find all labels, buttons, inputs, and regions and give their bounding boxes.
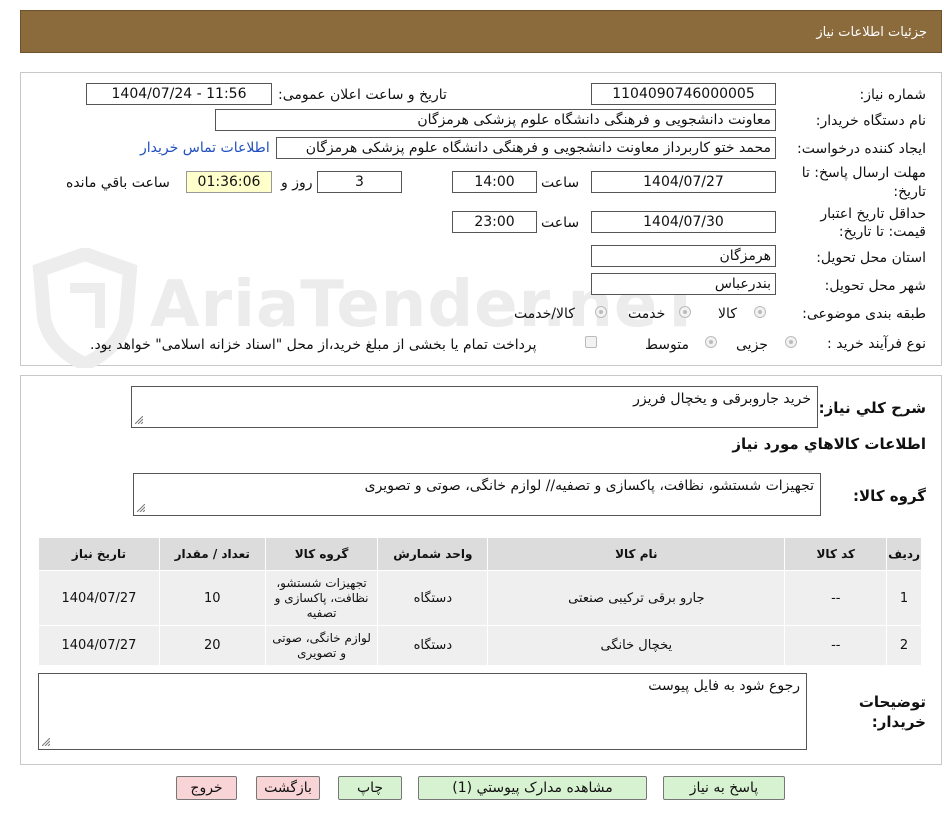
validity-time-field: 23:00 [452, 211, 537, 233]
buyer-notes-textarea[interactable]: رجوع شود به فایل پیوست [38, 673, 807, 750]
table-row: 2 -- یخچال خانگی دستگاه لوازم خانگی، صوت… [38, 625, 922, 666]
print-button[interactable]: چاپ [338, 776, 402, 800]
summary-textarea[interactable]: خرید جاروبرقی و یخچال فریزر [131, 386, 818, 428]
column-header: ردیف [886, 537, 922, 571]
item-group: تجهیزات شستشو، نظافت، پاکسازی و تصفیه [264, 570, 379, 626]
column-header: نام کالا [487, 537, 786, 571]
page-header: جزئیات اطلاعات نیاز [20, 10, 942, 53]
goods-info-title: اطلاعات کالاهاي مورد نیاز [732, 435, 926, 453]
page-title: جزئیات اطلاعات نیاز [816, 25, 927, 40]
category-option-service: خدمت [628, 306, 666, 322]
days-field: 3 [317, 171, 402, 193]
creator-label: ایجاد کننده درخواست: [797, 141, 926, 157]
column-header: تعداد / مقدار [158, 537, 266, 571]
category-label: طبقه بندی موضوعی: [802, 306, 926, 322]
row-number: 1 [886, 570, 922, 626]
reply-button[interactable]: پاسخ به نیاز [663, 776, 785, 800]
need-number-field: 1104090746000005 [591, 83, 776, 105]
column-header: کد کالا [784, 537, 888, 571]
buyer-notes-text: رجوع شود به فایل پیوست [648, 678, 800, 694]
item-name: جارو برقی ترکیبی صنعتی [487, 570, 786, 626]
process-option-minor: جزیی [736, 337, 768, 353]
process-radio-minor[interactable] [785, 336, 797, 348]
validity-time-label: ساعت [541, 215, 580, 231]
category-option-goods: کالا [718, 306, 737, 322]
table-header-row: ردیف کد کالا نام کالا واحد شمارش گروه کا… [38, 537, 922, 571]
city-field: بندرعباس [591, 273, 776, 295]
column-header: واحد شمارش [377, 537, 489, 571]
item-code: -- [784, 625, 888, 666]
process-radio-medium[interactable] [705, 336, 717, 348]
category-radio-service[interactable] [679, 306, 691, 318]
item-need-date: 1404/07/27 [38, 625, 160, 666]
goods-group-text: تجهیزات شستشو، نظافت، پاکسازی و تصفیه// … [364, 478, 814, 494]
deadline-time-label: ساعت [541, 175, 580, 191]
goods-group-label: گروه کالا: [853, 487, 926, 505]
announce-datetime-field: 1404/07/24 - 11:56 [86, 83, 272, 105]
category-option-goods-service: کالا/خدمت [514, 306, 575, 322]
item-quantity: 20 [158, 625, 266, 666]
days-label: روز و [281, 175, 313, 191]
item-name: یخچال خانگی [487, 625, 786, 666]
deadline-label: مهلت ارسال پاسخ: تا [801, 165, 926, 181]
city-label: شهر محل تحویل: [824, 278, 926, 294]
table-row: 1 -- جارو برقی ترکیبی صنعتی دستگاه تجهیز… [38, 570, 922, 626]
province-label: استان محل تحویل: [816, 250, 926, 266]
process-label: نوع فرآیند خرید : [827, 336, 926, 352]
row-number: 2 [886, 625, 922, 666]
goods-table: ردیف کد کالا نام کالا واحد شمارش گروه کا… [38, 537, 922, 666]
category-radio-goods-service[interactable] [595, 306, 607, 318]
resize-grip-icon[interactable] [42, 738, 50, 746]
process-option-medium: متوسط [645, 337, 689, 353]
province-field: هرمزگان [591, 245, 776, 267]
item-need-date: 1404/07/27 [38, 570, 160, 626]
resize-grip-icon[interactable] [135, 416, 143, 424]
buyer-notes-label: توضیحات [858, 693, 926, 711]
item-unit: دستگاه [377, 570, 489, 626]
resize-grip-icon[interactable] [137, 504, 145, 512]
treasury-payment-checkbox[interactable] [585, 336, 597, 348]
buyer-notes-label-2: خریدار: [871, 713, 926, 731]
summary-text: خرید جاروبرقی و یخچال فریزر [633, 391, 811, 407]
deadline-label-2: تاریخ: [893, 184, 926, 200]
creator-field: محمد ختو کاربرداز معاونت دانشجویی و فرهن… [276, 137, 776, 159]
item-code: -- [784, 570, 888, 626]
validity-label: حداقل تاریخ اعتبار [820, 206, 926, 222]
validity-date-field: 1404/07/30 [591, 211, 776, 233]
item-unit: دستگاه [377, 625, 489, 666]
deadline-date-field: 1404/07/27 [591, 171, 776, 193]
view-attachments-button[interactable]: مشاهده مدارک پیوستي (1) [418, 776, 647, 800]
item-group: لوازم خانگی، صوتی و تصویری [264, 625, 379, 666]
column-header: گروه کالا [264, 537, 379, 571]
buyer-field: معاونت دانشجویی و فرهنگی دانشگاه علوم پز… [215, 109, 776, 131]
goods-group-textarea[interactable]: تجهیزات شستشو، نظافت، پاکسازی و تصفیه// … [133, 473, 821, 516]
remaining-label: ساعت باقي مانده [66, 175, 170, 191]
item-quantity: 10 [158, 570, 266, 626]
need-number-label: شماره نیاز: [859, 87, 927, 103]
treasury-payment-note: پرداخت تمام یا بخشی از مبلغ خرید،از محل … [90, 337, 537, 353]
validity-label-2: قیمت: تا تاریخ: [838, 224, 926, 240]
buyer-contact-link[interactable]: اطلاعات تماس خریدار [140, 140, 270, 156]
category-radio-goods[interactable] [754, 306, 766, 318]
exit-button[interactable]: خروج [176, 776, 237, 800]
back-button[interactable]: بازگشت [256, 776, 320, 800]
buyer-label: نام دستگاه خریدار: [815, 113, 926, 129]
column-header: تاریخ نیاز [38, 537, 160, 571]
summary-label: شرح کلي نیاز: [818, 399, 926, 417]
remaining-time-field: 01:36:06 [186, 171, 272, 193]
deadline-time-field: 14:00 [452, 171, 537, 193]
announce-label: تاریخ و ساعت اعلان عمومی: [278, 87, 447, 103]
